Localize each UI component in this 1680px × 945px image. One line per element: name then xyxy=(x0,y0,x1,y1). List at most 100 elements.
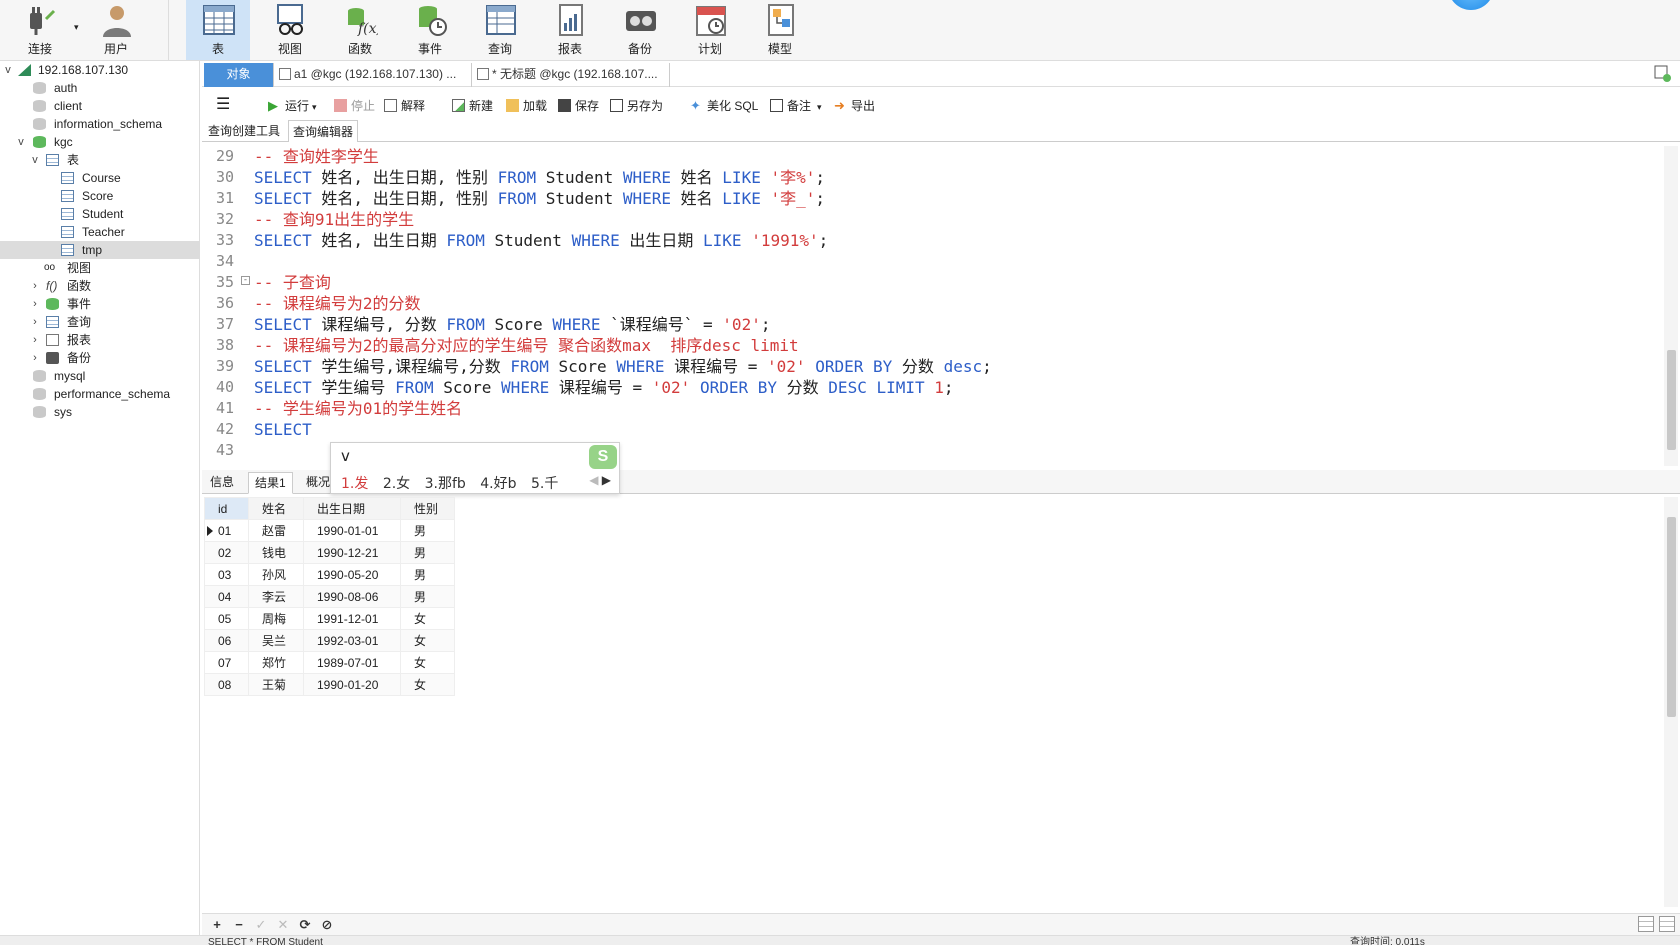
tree-table-tmp[interactable]: tmp xyxy=(0,241,200,259)
ime-candidate[interactable]: 2.女 xyxy=(383,473,410,493)
cell-name[interactable]: 李云 xyxy=(248,585,304,608)
cell-gender[interactable]: 女 xyxy=(400,607,455,630)
cell-birthdate[interactable]: 1991-12-01 xyxy=(303,607,401,630)
tree-db-client[interactable]: client xyxy=(0,97,200,115)
cell-birthdate[interactable]: 1992-03-01 xyxy=(303,629,401,652)
cell-gender[interactable]: 男 xyxy=(400,541,455,564)
stop-button[interactable]: 停止 xyxy=(334,97,375,115)
tree-connection[interactable]: v 192.168.107.130 xyxy=(0,61,200,79)
tree-queries-folder[interactable]: › 查询 xyxy=(0,313,200,331)
expand-icon[interactable]: › xyxy=(29,295,41,313)
ime-candidate[interactable]: 3.那fb xyxy=(425,473,466,493)
menu-icon[interactable]: ☰ xyxy=(216,94,230,114)
explain-button[interactable]: 解释 xyxy=(384,97,425,115)
save-button[interactable]: 保存 xyxy=(558,97,599,115)
tree-table-student[interactable]: Student xyxy=(0,205,200,223)
add-record-button[interactable]: + xyxy=(208,916,226,934)
tree-views-folder[interactable]: oo 视图 xyxy=(0,259,200,277)
cell-gender[interactable]: 男 xyxy=(400,519,455,542)
cell-id[interactable]: 03 xyxy=(204,563,249,586)
beautify-sql-button[interactable]: ✦ 美化 SQL xyxy=(690,97,758,115)
tree-functions-folder[interactable]: › f() 函数 xyxy=(0,277,200,295)
ime-next-icon[interactable]: ▶ xyxy=(602,473,611,487)
tab-query-editor[interactable]: 查询编辑器 xyxy=(288,120,359,142)
tree-db-information-schema[interactable]: information_schema xyxy=(0,115,200,133)
chevron-down-icon[interactable]: ▾ xyxy=(817,102,822,112)
table-row[interactable]: 08 王菊 1990-01-20 女 xyxy=(204,673,455,696)
cell-id[interactable]: 01 xyxy=(204,519,249,542)
tree-reports-folder[interactable]: › 报表 xyxy=(0,331,200,349)
cell-id[interactable]: 06 xyxy=(204,629,249,652)
cell-id[interactable]: 05 xyxy=(204,607,249,630)
cell-birthdate[interactable]: 1990-01-20 xyxy=(303,673,401,696)
load-button[interactable]: 加载 xyxy=(506,97,547,115)
table-row[interactable]: 04 李云 1990-08-06 男 xyxy=(204,585,455,608)
tab-query-builder[interactable]: 查询创建工具 xyxy=(204,120,284,142)
refresh-button[interactable]: ⟳ xyxy=(296,916,314,934)
tree-db-performance-schema[interactable]: performance_schema xyxy=(0,385,200,403)
tree-table-score[interactable]: Score xyxy=(0,187,200,205)
grid-view-icon[interactable] xyxy=(1638,916,1654,932)
collapse-icon[interactable]: v xyxy=(15,133,27,151)
ime-candidate[interactable]: 5.千 xyxy=(531,473,558,493)
cell-birthdate[interactable]: 1990-01-01 xyxy=(303,519,401,542)
model-button[interactable]: 模型 xyxy=(748,0,812,60)
ime-candidate[interactable]: 4.好b xyxy=(480,473,516,493)
tree-table-course[interactable]: Course xyxy=(0,169,200,187)
function-button[interactable]: f(x) 函数 xyxy=(328,0,392,60)
cell-gender[interactable]: 男 xyxy=(400,563,455,586)
ime-candidate[interactable]: 1.发 xyxy=(341,473,368,493)
scrollbar-thumb[interactable] xyxy=(1667,350,1676,450)
ime-prev-icon[interactable]: ◀ xyxy=(589,473,598,487)
cell-name[interactable]: 王菊 xyxy=(248,673,304,696)
expand-icon[interactable]: › xyxy=(29,331,41,349)
schedule-button[interactable]: 计划 xyxy=(678,0,742,60)
stop-loading-button[interactable]: ⊘ xyxy=(318,916,336,934)
report-button[interactable]: 报表 xyxy=(538,0,602,60)
tree-db-sys[interactable]: sys xyxy=(0,403,200,421)
new-button[interactable]: 新建 xyxy=(452,97,493,115)
fold-toggle-icon[interactable]: - xyxy=(241,276,250,285)
connect-dropdown-icon[interactable]: ▾ xyxy=(74,22,79,33)
run-button[interactable]: ▶ 运行 ▾ xyxy=(268,97,317,115)
user-button[interactable]: 用户 xyxy=(84,0,148,60)
cell-birthdate[interactable]: 1990-12-21 xyxy=(303,541,401,564)
column-header[interactable]: 性别 xyxy=(400,497,455,520)
table-button[interactable]: 表 xyxy=(186,0,250,60)
tree-backups-folder[interactable]: › 备份 xyxy=(0,349,200,367)
discard-changes-button[interactable]: ✕ xyxy=(274,916,292,934)
result-scrollbar[interactable] xyxy=(1664,497,1678,907)
cell-name[interactable]: 赵雷 xyxy=(248,519,304,542)
collapse-icon[interactable]: v xyxy=(29,151,41,169)
cell-name[interactable]: 孙风 xyxy=(248,563,304,586)
column-header[interactable]: id xyxy=(204,497,249,520)
expand-icon[interactable]: › xyxy=(29,349,41,367)
result-grid[interactable]: id 姓名 出生日期 性别 01 赵雷 1990-01-01 男 02 钱电 1990-1… xyxy=(204,497,455,696)
event-button[interactable]: 事件 xyxy=(398,0,462,60)
chevron-down-icon[interactable]: ▾ xyxy=(312,102,317,112)
cell-birthdate[interactable]: 1990-08-06 xyxy=(303,585,401,608)
save-as-button[interactable]: 另存为 xyxy=(610,97,663,115)
comment-button[interactable]: 备注 ▾ xyxy=(770,97,822,115)
cell-gender[interactable]: 男 xyxy=(400,585,455,608)
tab-result-1[interactable]: 结果1 xyxy=(248,472,293,494)
expand-icon[interactable]: › xyxy=(29,313,41,331)
cell-id[interactable]: 07 xyxy=(204,651,249,674)
expand-icon[interactable]: › xyxy=(29,277,41,295)
cell-id[interactable]: 04 xyxy=(204,585,249,608)
table-row[interactable]: 06 吴兰 1992-03-01 女 xyxy=(204,629,455,652)
collapse-icon[interactable]: v xyxy=(2,61,14,79)
tab-info[interactable]: 信息 xyxy=(204,472,240,494)
new-query-icon[interactable] xyxy=(1654,65,1672,83)
cell-name[interactable]: 郑竹 xyxy=(248,651,304,674)
delete-record-button[interactable]: − xyxy=(230,916,248,934)
cell-name[interactable]: 吴兰 xyxy=(248,629,304,652)
cell-birthdate[interactable]: 1990-05-20 xyxy=(303,563,401,586)
sql-editor[interactable]: 29 -- 查询姓李学生 30 SELECT 姓名, 出生日期, 性别 FROM S… xyxy=(202,146,1662,466)
cell-id[interactable]: 08 xyxy=(204,673,249,696)
cell-name[interactable]: 钱电 xyxy=(248,541,304,564)
column-header[interactable]: 出生日期 xyxy=(303,497,401,520)
tree-db-kgc[interactable]: v kgc xyxy=(0,133,200,151)
cell-birthdate[interactable]: 1989-07-01 xyxy=(303,651,401,674)
cell-gender[interactable]: 女 xyxy=(400,629,455,652)
